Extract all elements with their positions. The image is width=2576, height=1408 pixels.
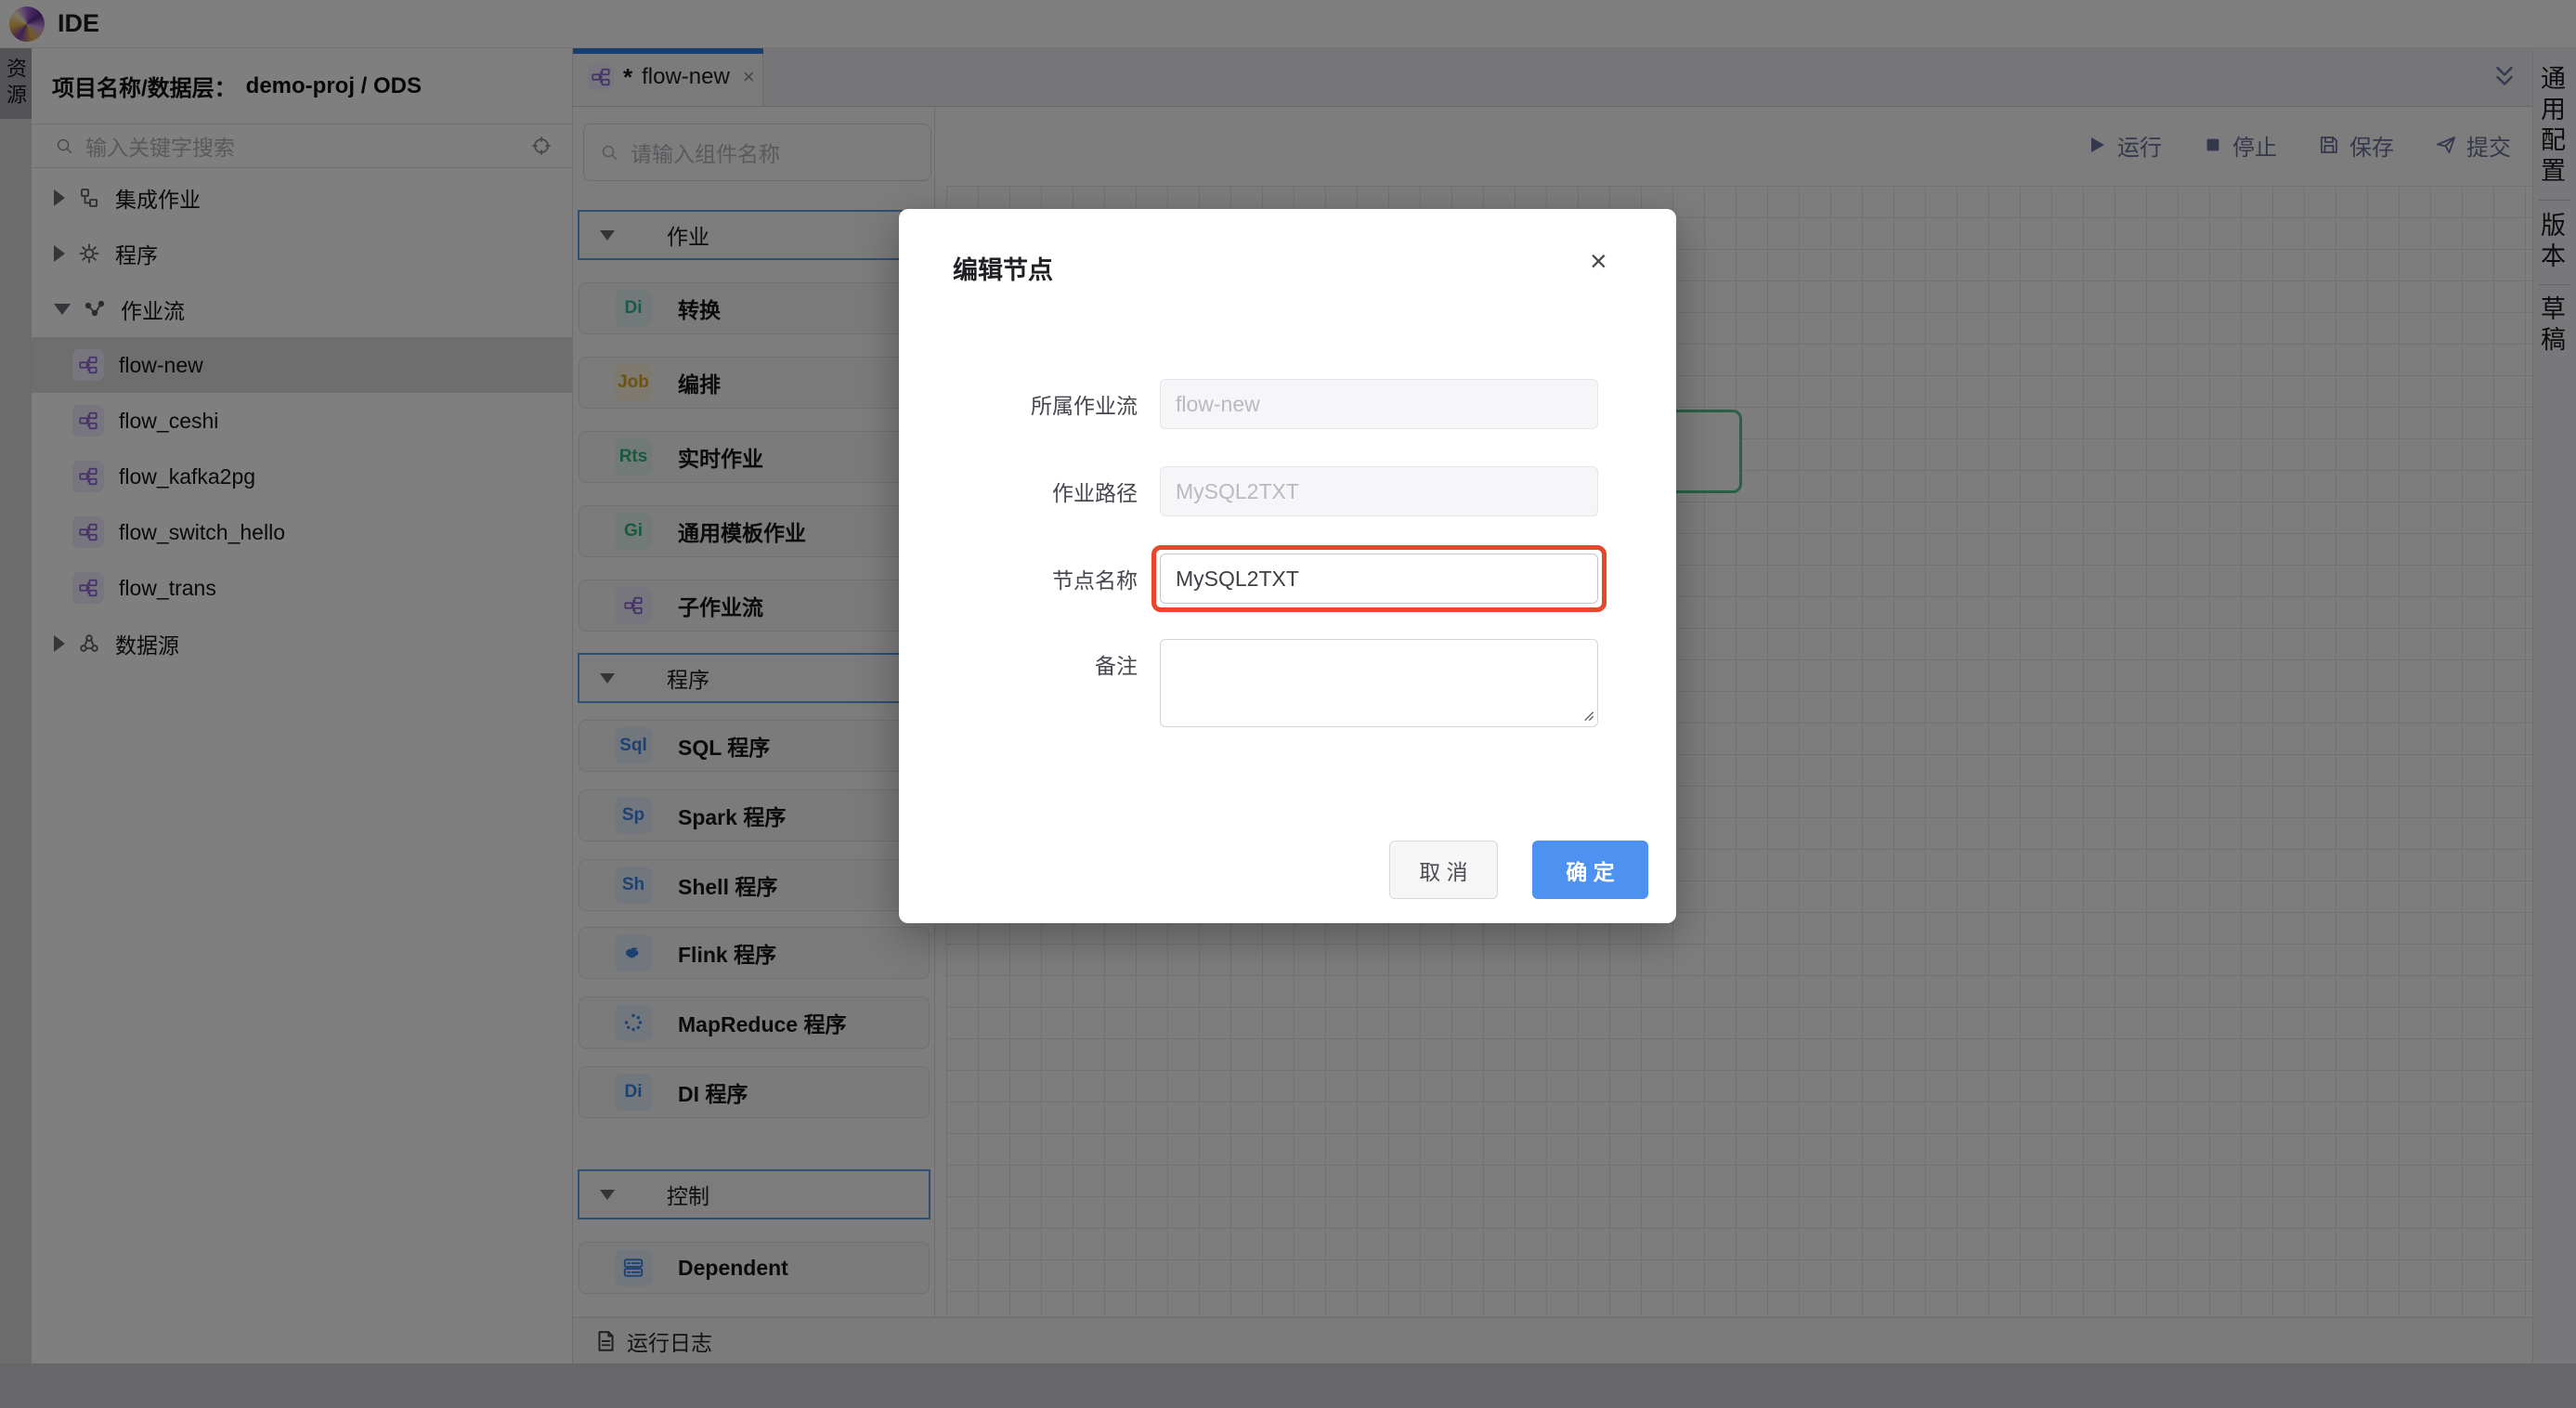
ide-window: IDE 资源 项目名称/数据层： demo-proj / ODS 输入关键字搜索… [0, 0, 2576, 1408]
workflow-field [1160, 379, 1598, 429]
field-label: 作业路径 [1052, 481, 1138, 505]
job-path-field [1160, 466, 1598, 516]
resize-handle-icon[interactable] [1576, 703, 1596, 724]
node-name-field[interactable] [1160, 554, 1598, 604]
dialog-title: 编辑节点 [953, 256, 1053, 284]
close-icon[interactable]: × [1590, 246, 1607, 276]
field-label: 节点名称 [1052, 568, 1138, 593]
field-label: 所属作业流 [1031, 394, 1138, 418]
edit-node-dialog: 编辑节点 × 所属作业流 作业路径 节点名称 备注 取 消 确 定 [899, 209, 1676, 923]
ok-button[interactable]: 确 定 [1532, 841, 1648, 899]
remark-field[interactable] [1160, 639, 1598, 727]
field-label: 备注 [1095, 654, 1138, 678]
cancel-button[interactable]: 取 消 [1389, 841, 1498, 899]
